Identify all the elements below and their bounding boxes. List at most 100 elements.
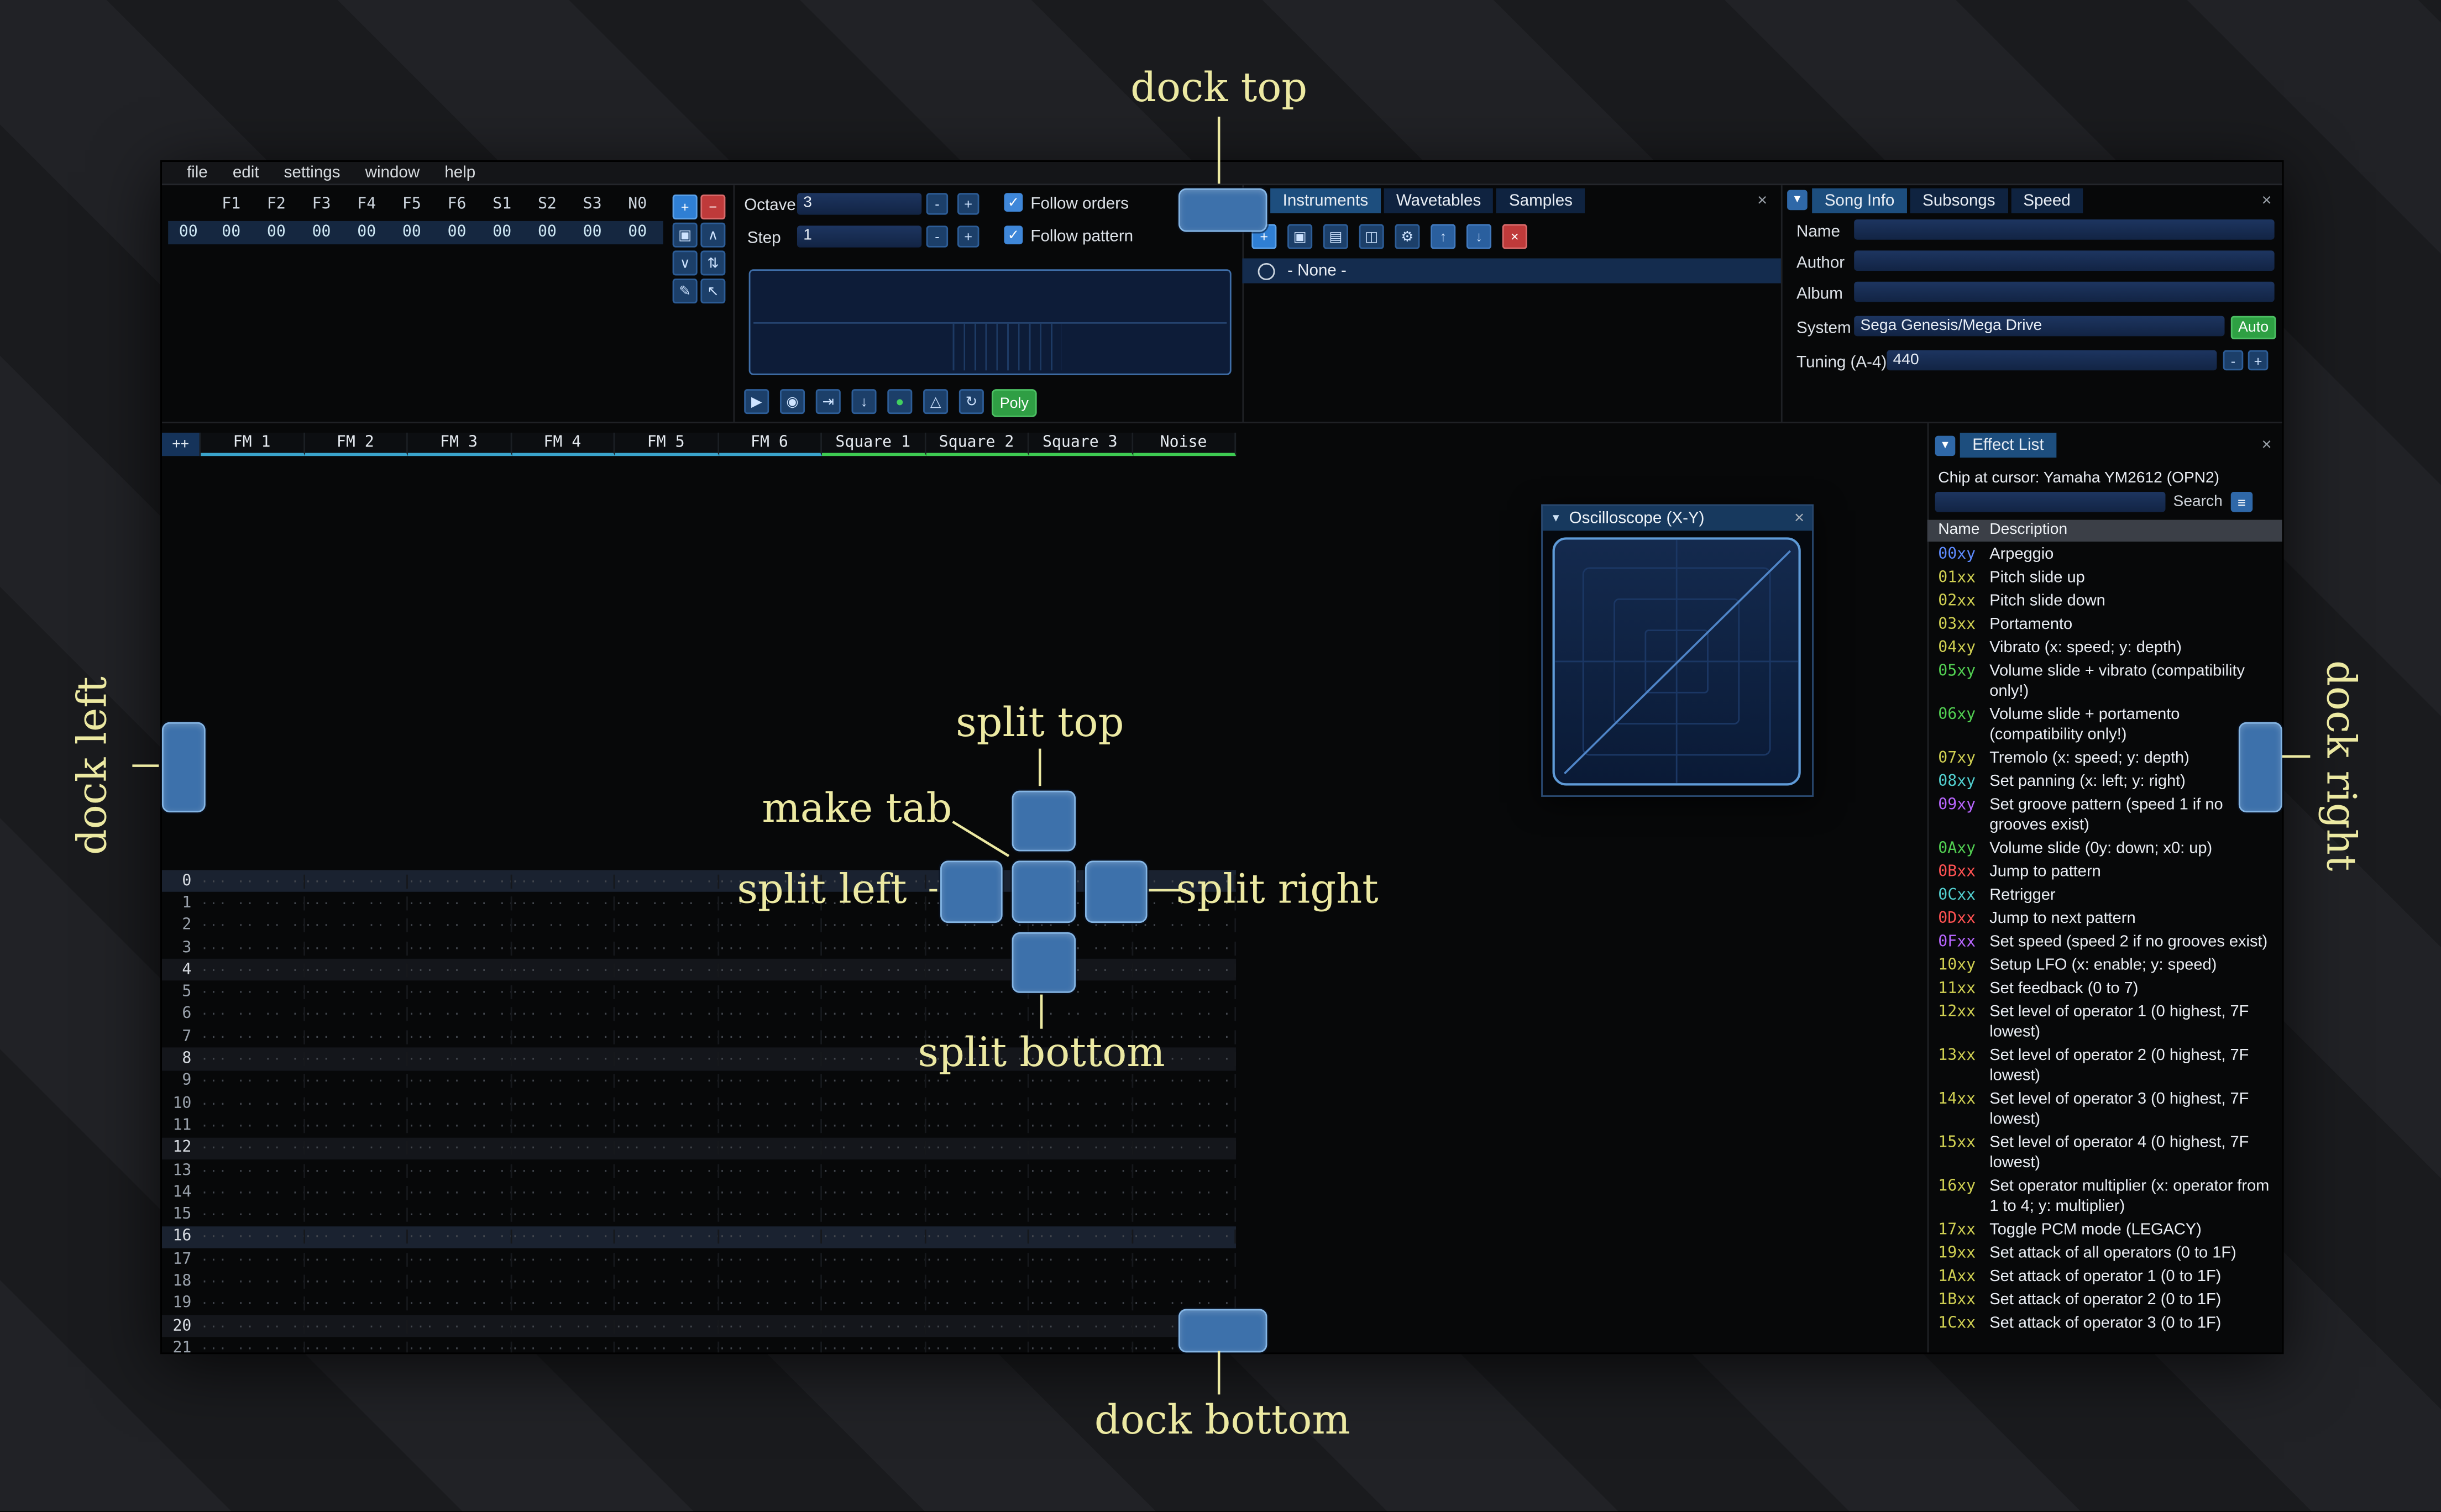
order-value-s1[interactable]: 00	[479, 224, 525, 242]
pattern-cell[interactable]: ··· ·· ·· ···	[719, 1252, 823, 1267]
pattern-cell[interactable]: ··· ·· ·· ···	[615, 1274, 719, 1289]
pattern-cell[interactable]: ··· ·· ·· ···	[511, 1007, 615, 1022]
pattern-cell[interactable]: ··· ·· ·· ···	[822, 918, 926, 933]
pattern-cell[interactable]: ··· ·· ·· ···	[719, 1296, 823, 1311]
pattern-cell[interactable]: ··· ·· ·· ···	[615, 1030, 719, 1044]
pattern-cell[interactable]: ··· ·· ·· ···	[1133, 1185, 1237, 1200]
tuning-increase-button[interactable]: +	[2248, 350, 2269, 371]
follow-orders-checkbox[interactable]: ✓	[1004, 193, 1023, 212]
pattern-cell[interactable]: ··· ·· ·· ···	[615, 1007, 719, 1022]
pattern-cell[interactable]: ··· ·· ·· ···	[615, 1296, 719, 1311]
channel-header-fm-5[interactable]: FM 5	[615, 432, 719, 456]
pattern-cell[interactable]: ··· ·· ·· ···	[305, 963, 408, 978]
duplicate-instrument-icon[interactable]: ▣	[1287, 224, 1313, 249]
delete-instrument-icon[interactable]: ×	[1502, 224, 1527, 249]
pattern-cell[interactable]: ··· ·· ·· ···	[201, 1030, 305, 1044]
pattern-cell[interactable]: ··· ·· ·· ···	[719, 1163, 823, 1178]
pattern-cell[interactable]: ··· ·· ·· ···	[1029, 1230, 1133, 1245]
pattern-cell[interactable]: ··· ·· ·· ···	[719, 1319, 823, 1334]
pattern-cell[interactable]: ··· ·· ·· ···	[511, 1296, 615, 1311]
pattern-cell[interactable]: ··· ·· ·· ···	[822, 1319, 926, 1334]
pattern-cell[interactable]: ··· ·· ·· ···	[201, 1185, 305, 1200]
pattern-cell[interactable]: ··· ·· ·· ···	[201, 1208, 305, 1222]
play-pattern-button[interactable]: ◉	[779, 389, 805, 414]
pattern-cell[interactable]: ··· ·· ·· ···	[305, 1274, 408, 1289]
pattern-cell[interactable]: ··· ·· ·· ···	[511, 1030, 615, 1044]
pattern-cell[interactable]: ··· ·· ·· ···	[1029, 1319, 1133, 1334]
pattern-cell[interactable]: ··· ·· ·· ···	[511, 896, 615, 911]
pattern-cell[interactable]: ··· ·· ·· ···	[305, 1141, 408, 1156]
pattern-cell[interactable]: ··· ·· ·· ···	[719, 1274, 823, 1289]
pattern-cell[interactable]: ··· ·· ·· ···	[1029, 1208, 1133, 1222]
pattern-cell[interactable]: ··· ·· ·· ···	[615, 918, 719, 933]
pattern-cell[interactable]: ··· ·· ·· ···	[201, 1096, 305, 1111]
pattern-cell[interactable]: ··· ·· ·· ···	[615, 874, 719, 889]
dock-bottom-target[interactable]	[1178, 1309, 1267, 1353]
pattern-cell[interactable]: ··· ·· ·· ···	[201, 1141, 305, 1156]
pattern-cell[interactable]: ··· ·· ·· ···	[408, 963, 512, 978]
tab-song-info[interactable]: Song Info	[1812, 188, 1907, 213]
channel-header-square-1[interactable]: Square 1	[822, 432, 926, 456]
move-instrument-down-icon[interactable]: ↓	[1466, 224, 1492, 249]
follow-pattern-checkbox[interactable]: ✓	[1004, 225, 1023, 245]
pattern-cell[interactable]: ··· ·· ·· ···	[719, 1074, 823, 1089]
author-field[interactable]	[1854, 250, 2275, 271]
order-value-s2[interactable]: 00	[525, 224, 570, 242]
split-left-target[interactable]	[940, 860, 1003, 923]
pattern-cell[interactable]: ··· ·· ·· ···	[822, 1163, 926, 1178]
effect-list-titlebar[interactable]: ▼ Effect List ×	[1927, 432, 2282, 459]
pattern-cell[interactable]: ··· ·· ·· ···	[925, 1274, 1029, 1289]
pattern-cell[interactable]: ··· ·· ·· ···	[822, 1274, 926, 1289]
collapse-icon[interactable]: ▼	[1787, 190, 1808, 211]
pattern-cell[interactable]: ··· ·· ·· ···	[511, 1119, 615, 1133]
pattern-cell[interactable]: ··· ·· ·· ···	[201, 1319, 305, 1334]
pattern-cell[interactable]: ··· ·· ·· ···	[719, 1341, 823, 1353]
pattern-cell[interactable]: ··· ·· ·· ···	[511, 1274, 615, 1289]
channel-header-fm-1[interactable]: FM 1	[201, 432, 305, 456]
pattern-cell[interactable]: ··· ·· ·· ···	[408, 1163, 512, 1178]
instrument-organize-icon[interactable]: ⚙	[1395, 224, 1420, 249]
system-field[interactable]: Sega Genesis/Mega Drive	[1854, 316, 2225, 337]
menu-item-settings[interactable]: settings	[271, 164, 353, 182]
effect-search-input[interactable]	[1935, 491, 2166, 512]
pattern-cell[interactable]: ··· ·· ·· ···	[615, 1119, 719, 1133]
channel-header-square-2[interactable]: Square 2	[925, 432, 1029, 456]
step-row-button[interactable]: ↓	[851, 389, 877, 414]
add-order-icon[interactable]: +	[672, 195, 698, 220]
pattern-cell[interactable]: ··· ·· ·· ···	[201, 985, 305, 1000]
pattern-cell[interactable]: ··· ·· ·· ···	[305, 1119, 408, 1133]
menu-item-window[interactable]: window	[353, 164, 432, 182]
pattern-cell[interactable]: ··· ·· ·· ···	[615, 1341, 719, 1353]
name-field[interactable]	[1854, 219, 2275, 240]
pattern-cell[interactable]: ··· ·· ·· ···	[1029, 1119, 1133, 1133]
duplicate-order-icon[interactable]: ▣	[672, 222, 698, 248]
step-input[interactable]: 1	[797, 225, 922, 248]
pattern-cell[interactable]: ··· ·· ·· ···	[719, 1208, 823, 1222]
pattern-cell[interactable]: ··· ·· ·· ···	[822, 1007, 926, 1022]
edit-toggle-button[interactable]: ●	[887, 389, 913, 414]
pattern-cell[interactable]: ··· ·· ·· ···	[305, 1208, 408, 1222]
pattern-cell[interactable]: ··· ·· ·· ···	[201, 1007, 305, 1022]
pattern-cell[interactable]: ··· ·· ·· ···	[408, 1030, 512, 1044]
pattern-cell[interactable]: ··· ·· ·· ···	[305, 1319, 408, 1334]
tab-instruments[interactable]: Instruments	[1270, 188, 1381, 213]
pattern-cell[interactable]: ··· ·· ·· ···	[408, 1119, 512, 1133]
pattern-cell[interactable]: ··· ·· ·· ···	[822, 1052, 926, 1067]
dock-right-target[interactable]	[2238, 722, 2282, 813]
pattern-cell[interactable]: ··· ·· ·· ···	[305, 1052, 408, 1067]
pattern-cell[interactable]: ··· ·· ·· ···	[201, 874, 305, 889]
pattern-cell[interactable]: ··· ·· ·· ···	[1133, 1274, 1237, 1289]
pattern-cell[interactable]: ··· ·· ·· ···	[925, 1208, 1029, 1222]
close-icon[interactable]: ×	[1753, 191, 1772, 210]
collapse-icon[interactable]: ▼	[1550, 513, 1562, 524]
channel-header-fm-4[interactable]: FM 4	[511, 432, 615, 456]
pattern-cell[interactable]: ··· ·· ·· ···	[1133, 1252, 1237, 1267]
pattern-cell[interactable]: ··· ·· ·· ···	[822, 1296, 926, 1311]
pattern-cell[interactable]: ··· ·· ·· ···	[511, 985, 615, 1000]
pattern-cell[interactable]: ··· ·· ·· ···	[822, 1185, 926, 1200]
pattern-cell[interactable]: ··· ·· ·· ···	[305, 1341, 408, 1353]
channel-header-fm-2[interactable]: FM 2	[304, 432, 408, 456]
pattern-cell[interactable]: ··· ·· ·· ···	[1029, 1141, 1133, 1156]
pattern-cell[interactable]: ··· ·· ·· ···	[822, 1341, 926, 1353]
poly-button[interactable]: Poly	[991, 389, 1037, 417]
